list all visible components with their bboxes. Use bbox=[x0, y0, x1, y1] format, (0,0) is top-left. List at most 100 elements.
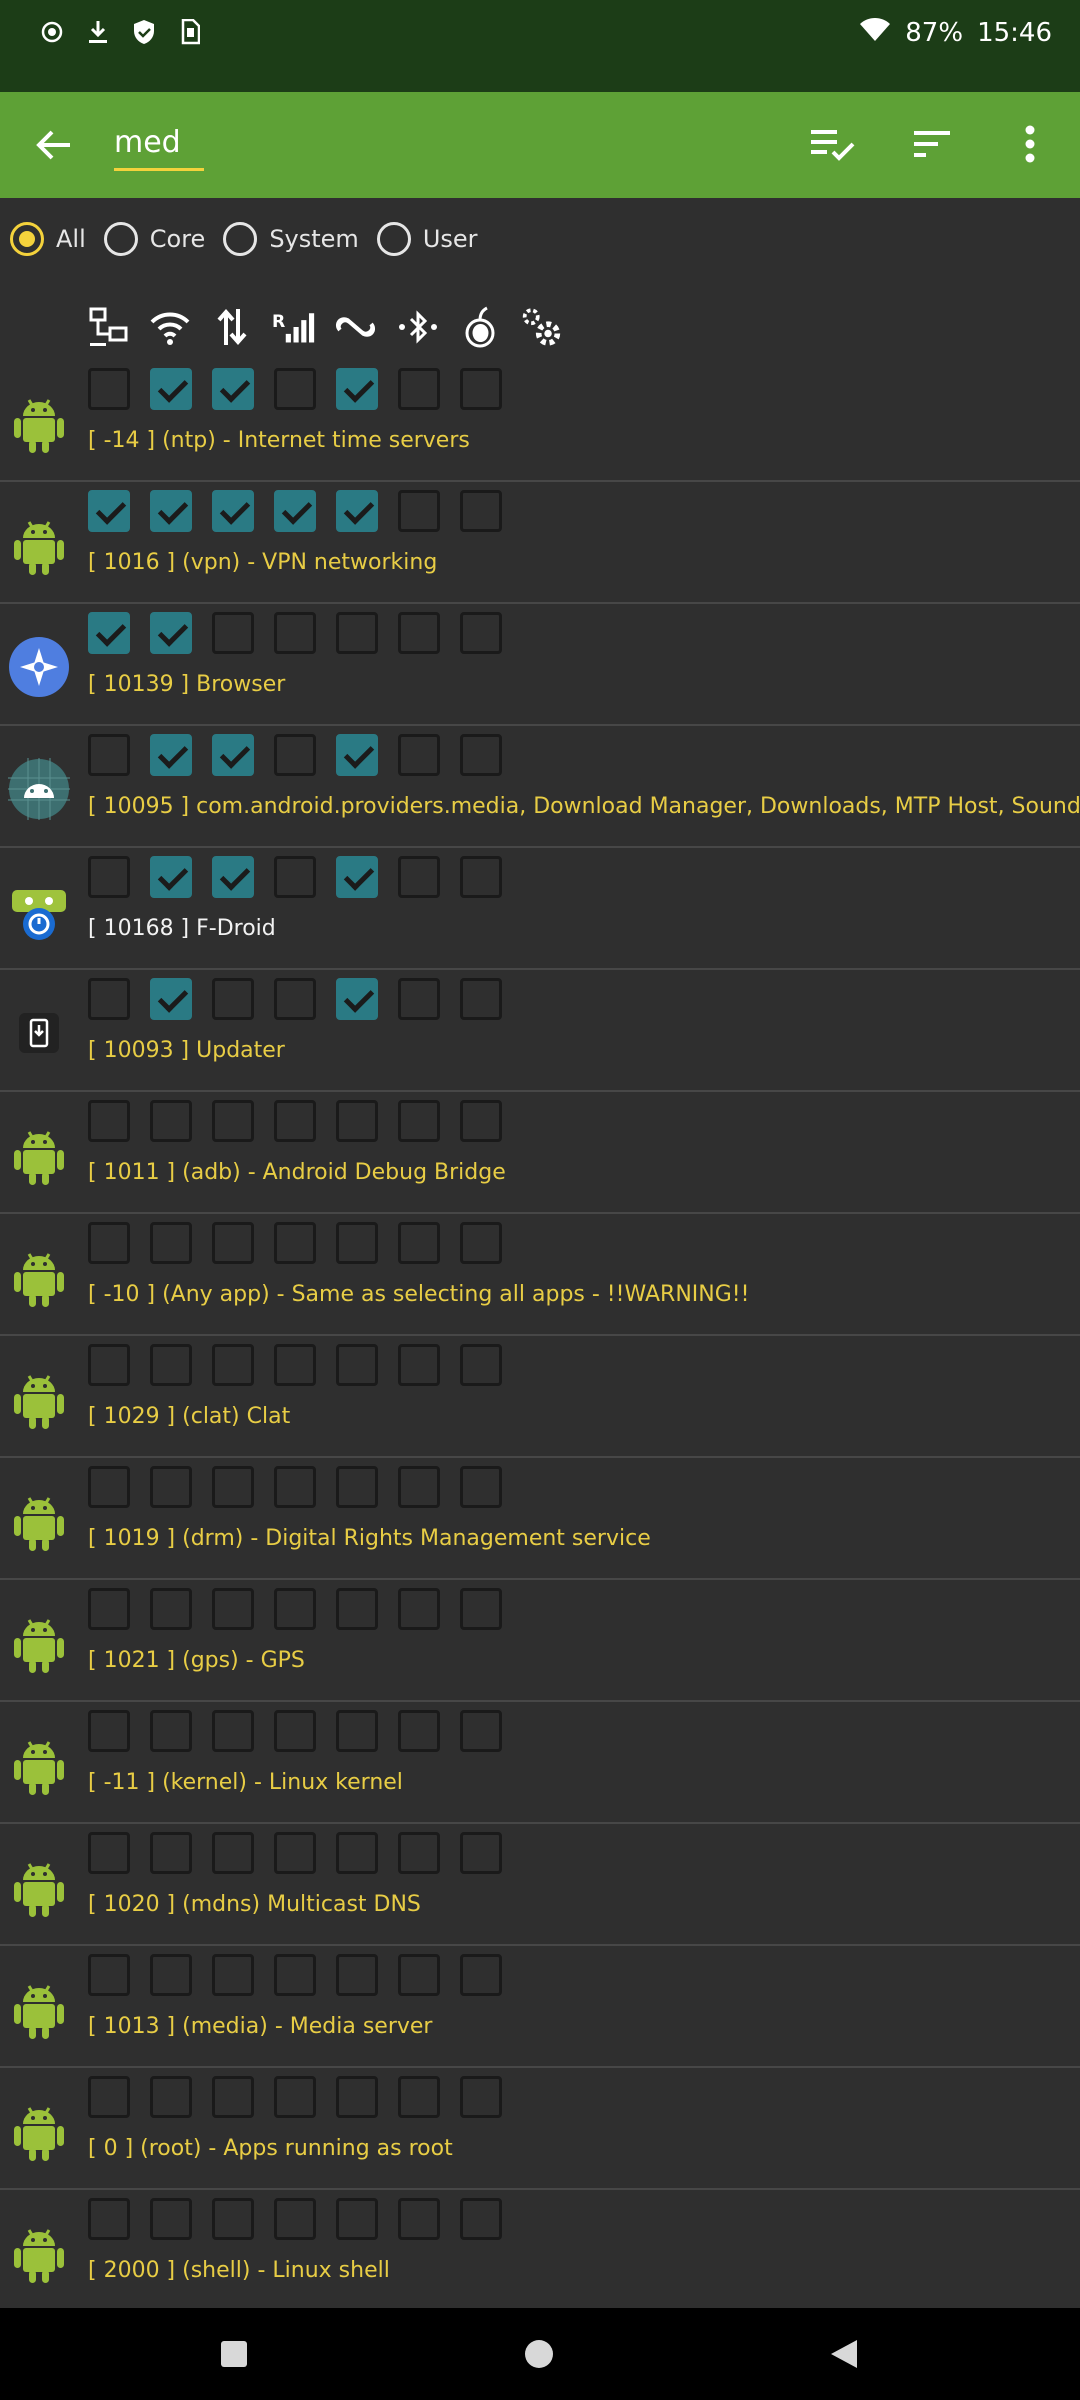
app-row[interactable]: [ -10 ] (Any app) - Same as selecting al… bbox=[0, 1214, 1080, 1336]
rule-checkbox-roaming[interactable] bbox=[274, 1100, 316, 1142]
app-row[interactable]: [ 1016 ] (vpn) - VPN networking bbox=[0, 482, 1080, 604]
app-row[interactable]: [ 1021 ] (gps) - GPS bbox=[0, 1580, 1080, 1702]
rule-checkbox-bluetooth-tether[interactable] bbox=[398, 856, 440, 898]
rule-checkbox-tor[interactable] bbox=[460, 1222, 502, 1264]
rule-checkbox-vpn[interactable] bbox=[336, 1832, 378, 1874]
rule-checkbox-mobile-data[interactable] bbox=[212, 2198, 254, 2240]
rule-checkbox-tor[interactable] bbox=[460, 612, 502, 654]
radio-button[interactable] bbox=[223, 222, 258, 256]
search-input[interactable] bbox=[114, 114, 204, 170]
rule-checkbox-roaming[interactable] bbox=[274, 1466, 316, 1508]
rule-checkbox-vpn[interactable] bbox=[336, 856, 378, 898]
rule-checkbox-bluetooth-tether[interactable] bbox=[398, 1588, 440, 1630]
app-row[interactable]: [ 1013 ] (media) - Media server bbox=[0, 1946, 1080, 2068]
bluetooth-tether-icon[interactable] bbox=[396, 304, 439, 350]
vpn-icon[interactable] bbox=[334, 304, 377, 350]
filter-core[interactable]: Core bbox=[103, 222, 205, 256]
app-row[interactable]: [ 10168 ] F-Droid bbox=[0, 848, 1080, 970]
mobile-data-icon[interactable] bbox=[210, 304, 253, 350]
rule-checkbox-tor[interactable] bbox=[460, 1954, 502, 1996]
rule-checkbox-tor[interactable] bbox=[460, 1344, 502, 1386]
rule-checkbox-wifi[interactable] bbox=[150, 2198, 192, 2240]
rule-checkbox-lan[interactable] bbox=[88, 1588, 130, 1630]
rule-checkbox-vpn[interactable] bbox=[336, 1222, 378, 1264]
rule-checkbox-wifi[interactable] bbox=[150, 2076, 192, 2118]
rule-checkbox-mobile-data[interactable] bbox=[212, 2076, 254, 2118]
rule-checkbox-lan[interactable] bbox=[88, 856, 130, 898]
app-row[interactable]: [ 1019 ] (drm) - Digital Rights Manageme… bbox=[0, 1458, 1080, 1580]
rule-checkbox-mobile-data[interactable] bbox=[212, 978, 254, 1020]
rule-checkbox-lan[interactable] bbox=[88, 1466, 130, 1508]
rule-checkbox-mobile-data[interactable] bbox=[212, 734, 254, 776]
rule-checkbox-roaming[interactable] bbox=[274, 856, 316, 898]
rule-checkbox-tor[interactable] bbox=[460, 1710, 502, 1752]
rule-checkbox-mobile-data[interactable] bbox=[212, 1100, 254, 1142]
rule-checkbox-roaming[interactable] bbox=[274, 1710, 316, 1752]
rule-checkbox-tor[interactable] bbox=[460, 1466, 502, 1508]
app-row[interactable]: [ -14 ] (ntp) - Internet time servers bbox=[0, 360, 1080, 482]
rule-checkbox-bluetooth-tether[interactable] bbox=[398, 612, 440, 654]
rule-checkbox-tor[interactable] bbox=[460, 368, 502, 410]
select-all-icon[interactable] bbox=[806, 116, 862, 172]
rule-checkbox-mobile-data[interactable] bbox=[212, 1222, 254, 1264]
rule-checkbox-wifi[interactable] bbox=[150, 1710, 192, 1752]
rule-checkbox-vpn[interactable] bbox=[336, 734, 378, 776]
rule-checkbox-mobile-data[interactable] bbox=[212, 1466, 254, 1508]
rule-checkbox-bluetooth-tether[interactable] bbox=[398, 1832, 440, 1874]
rule-checkbox-lan[interactable] bbox=[88, 1222, 130, 1264]
rule-checkbox-tor[interactable] bbox=[460, 2198, 502, 2240]
rule-checkbox-lan[interactable] bbox=[88, 490, 130, 532]
rule-checkbox-bluetooth-tether[interactable] bbox=[398, 734, 440, 776]
rule-checkbox-vpn[interactable] bbox=[336, 2076, 378, 2118]
rule-checkbox-vpn[interactable] bbox=[336, 1466, 378, 1508]
rule-checkbox-tor[interactable] bbox=[460, 856, 502, 898]
rule-checkbox-lan[interactable] bbox=[88, 2198, 130, 2240]
back-arrow-icon[interactable] bbox=[30, 121, 78, 169]
rule-checkbox-roaming[interactable] bbox=[274, 368, 316, 410]
rule-checkbox-tor[interactable] bbox=[460, 1588, 502, 1630]
app-row[interactable]: [ 10139 ] Browser bbox=[0, 604, 1080, 726]
rule-checkbox-roaming[interactable] bbox=[274, 1832, 316, 1874]
rule-checkbox-tor[interactable] bbox=[460, 490, 502, 532]
app-row[interactable]: [ -11 ] (kernel) - Linux kernel bbox=[0, 1702, 1080, 1824]
rule-checkbox-wifi[interactable] bbox=[150, 856, 192, 898]
rule-checkbox-mobile-data[interactable] bbox=[212, 368, 254, 410]
app-row[interactable]: [ 2000 ] (shell) - Linux shell bbox=[0, 2190, 1080, 2312]
rule-checkbox-lan[interactable] bbox=[88, 1832, 130, 1874]
rule-checkbox-bluetooth-tether[interactable] bbox=[398, 2076, 440, 2118]
app-row[interactable]: [ 1029 ] (clat) Clat bbox=[0, 1336, 1080, 1458]
rule-checkbox-vpn[interactable] bbox=[336, 1710, 378, 1752]
back-triangle-icon[interactable] bbox=[820, 2330, 868, 2378]
sort-icon[interactable] bbox=[904, 116, 960, 172]
rule-checkbox-lan[interactable] bbox=[88, 612, 130, 654]
recents-square-icon[interactable] bbox=[210, 2330, 258, 2378]
rule-checkbox-lan[interactable] bbox=[88, 978, 130, 1020]
rule-checkbox-lan[interactable] bbox=[88, 734, 130, 776]
rule-checkbox-wifi[interactable] bbox=[150, 1588, 192, 1630]
rule-checkbox-lan[interactable] bbox=[88, 368, 130, 410]
rule-checkbox-vpn[interactable] bbox=[336, 978, 378, 1020]
rule-checkbox-wifi[interactable] bbox=[150, 1344, 192, 1386]
tor-icon[interactable] bbox=[458, 304, 501, 350]
filter-user[interactable]: User bbox=[376, 222, 478, 256]
rule-checkbox-roaming[interactable] bbox=[274, 490, 316, 532]
rule-checkbox-wifi[interactable] bbox=[150, 1466, 192, 1508]
search-field[interactable] bbox=[114, 114, 204, 174]
rule-checkbox-mobile-data[interactable] bbox=[212, 1710, 254, 1752]
radio-button[interactable] bbox=[103, 222, 138, 256]
rule-checkbox-wifi[interactable] bbox=[150, 1832, 192, 1874]
rule-checkbox-roaming[interactable] bbox=[274, 2198, 316, 2240]
rule-checkbox-wifi[interactable] bbox=[150, 1954, 192, 1996]
radio-button[interactable] bbox=[376, 222, 411, 256]
rule-checkbox-tor[interactable] bbox=[460, 1832, 502, 1874]
rule-checkbox-tor[interactable] bbox=[460, 2076, 502, 2118]
rule-checkbox-wifi[interactable] bbox=[150, 734, 192, 776]
app-row[interactable]: [ 1011 ] (adb) - Android Debug Bridge bbox=[0, 1092, 1080, 1214]
rule-checkbox-roaming[interactable] bbox=[274, 978, 316, 1020]
rule-checkbox-tor[interactable] bbox=[460, 1100, 502, 1142]
rule-checkbox-wifi[interactable] bbox=[150, 978, 192, 1020]
rule-checkbox-vpn[interactable] bbox=[336, 1100, 378, 1142]
app-row[interactable]: [ 10095 ] com.android.providers.media, D… bbox=[0, 726, 1080, 848]
rule-checkbox-tor[interactable] bbox=[460, 978, 502, 1020]
roaming-icon[interactable]: R bbox=[272, 304, 315, 350]
